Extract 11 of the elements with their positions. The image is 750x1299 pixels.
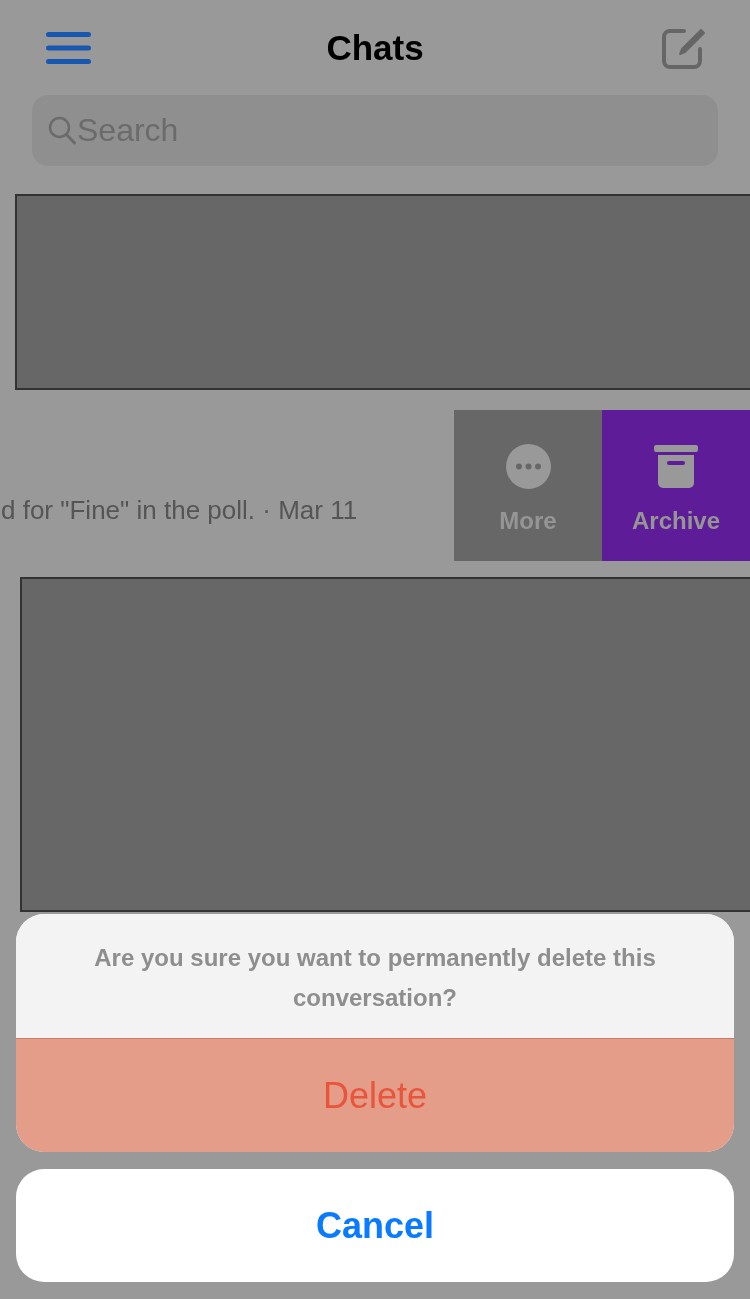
archive-box-icon xyxy=(654,444,698,489)
compose-button[interactable] xyxy=(662,26,706,69)
cancel-button[interactable]: Cancel xyxy=(16,1169,734,1282)
more-icon xyxy=(505,444,551,489)
message-preview: d for "Fine" in the poll. · Mar 11 xyxy=(1,495,359,526)
search-icon xyxy=(48,116,76,145)
menu-button[interactable] xyxy=(46,31,91,64)
compose-icon xyxy=(662,26,706,69)
menu-icon xyxy=(46,31,91,64)
archive-button[interactable]: Archive xyxy=(602,410,750,561)
screen-title: Chats xyxy=(326,27,424,69)
